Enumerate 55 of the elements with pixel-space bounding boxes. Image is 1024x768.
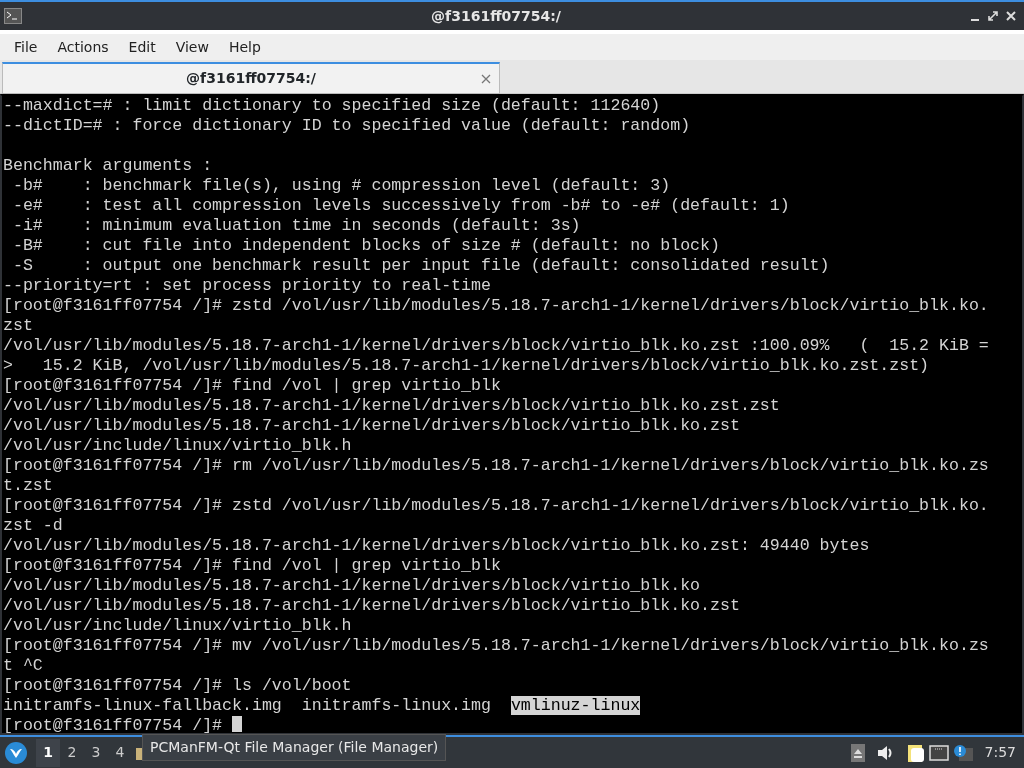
maximize-icon[interactable] [988, 11, 998, 21]
window-title: @f3161ff07754:/ [430, 6, 562, 26]
desktop-button[interactable]: 2 [60, 738, 84, 767]
terminal-line: t ^C [3, 656, 44, 676]
terminal-line: /vol/usr/include/linux/virtio_blk.h [3, 436, 353, 456]
file-name: initramfs-linux-fallback.img [3, 696, 282, 715]
tab[interactable]: @f3161ff07754:/ [2, 62, 500, 94]
terminal-line: /vol/usr/lib/modules/5.18.7-arch1-1/kernel/drivers/block/virtio_blk.ko.zst.zst [3, 396, 781, 416]
close-tab-icon[interactable] [481, 74, 491, 84]
terminal-line: [root@f3161ff07754 /]# find /vol | grep virtio_blk [3, 376, 502, 396]
terminal-line: [root@f3161ff07754 /]# ls /vol/boot [3, 676, 353, 696]
terminal-line: /vol/usr/lib/modules/5.18.7-arch1-1/kernel/drivers/block/virtio_blk.ko.zst [3, 596, 741, 616]
eject-icon[interactable] [850, 743, 865, 762]
terminal-line: /vol/usr/lib/modules/5.18.7-arch1-1/kernel/drivers/block/virtio_blk.ko [3, 576, 702, 596]
terminal-line: [root@f3161ff07754 /]# mv /vol/usr/lib/modules/5.18.7-arch1-1/kernel/drivers/block/virtio_blk.ko.zs [3, 636, 990, 656]
network-icon[interactable] [928, 744, 949, 761]
file-name: vmlinuz-linux [510, 696, 641, 715]
file-name: initramfs-linux.img [301, 696, 491, 715]
terminal-line: zst -d [3, 516, 64, 536]
terminal-line: --dictID=# : force dictionary ID to specified value (default: random) [3, 116, 692, 136]
terminal-prompt: [root@f3161ff07754 /]# [3, 716, 223, 733]
terminal-line: [root@f3161ff07754 /]# find /vol | grep virtio_blk [3, 556, 502, 576]
terminal-line: -S : output one benchmark result per input file (default: consolidated result) [11, 256, 831, 276]
start-menu-icon[interactable] [4, 740, 28, 765]
terminal-line: /vol/usr/lib/modules/5.18.7-arch1-1/kernel/drivers/block/virtio_blk.ko.zst :100.09% ( 15.2 KiB = [3, 336, 990, 356]
terminal-line: /vol/usr/lib/modules/5.18.7-arch1-1/kernel/drivers/block/virtio_blk.ko.zst: 49440 bytes [3, 536, 871, 556]
menu-item[interactable]: Edit [118, 36, 166, 58]
terminal-line: -B# : cut file into independent blocks of size # (default: no block) [11, 236, 721, 256]
tooltip: PCManFM-Qt File Manager (File Manager) [142, 734, 447, 761]
terminal-line: zst [3, 316, 34, 336]
menu-item[interactable]: Actions [47, 36, 119, 58]
terminal-icon [4, 8, 22, 24]
terminal-line: [root@f3161ff07754 /]# zstd /vol/usr/lib/modules/5.18.7-arch1-1/kernel/drivers/block/virtio_blk.ko. [3, 496, 990, 516]
close-icon[interactable] [1006, 11, 1016, 21]
terminal-line: /vol/usr/lib/modules/5.18.7-arch1-1/kernel/drivers/block/virtio_blk.ko.zst [3, 416, 741, 436]
terminal-line: > 15.2 KiB, /vol/usr/lib/modules/5.18.7-arch1-1/kernel/drivers/block/virtio_blk.ko.zst.zst) [3, 356, 931, 376]
terminal-line: -i# : minimum evaluation time in seconds (default: 3s) [11, 216, 582, 236]
clipboard-icon[interactable] [906, 742, 925, 763]
menu-item[interactable]: Help [218, 36, 271, 58]
terminal-line: -e# : test all compression levels successively from -b# to -e# (default: 1) [11, 196, 791, 216]
terminal-line: [root@f3161ff07754 /]# zstd /vol/usr/lib/modules/5.18.7-arch1-1/kernel/drivers/block/virtio_blk.ko. [3, 296, 990, 316]
notification-icon[interactable] [952, 743, 973, 762]
terminal-line: /vol/usr/include/linux/virtio_blk.h [3, 616, 353, 636]
menu-item[interactable]: File [4, 36, 48, 58]
terminal-line: -b# : benchmark file(s), using # compression level (default: 3) [11, 176, 672, 196]
terminal-line: Benchmark arguments : [3, 156, 214, 176]
desktop-button[interactable]: 3 [84, 738, 108, 767]
menu-item[interactable]: View [165, 36, 219, 58]
desktop-button[interactable]: 1 [36, 738, 60, 767]
terminal-line: --maxdict=# : limit dictionary to specified size (default: 112640) [3, 96, 662, 116]
terminal-line: [root@f3161ff07754 /]# rm /vol/usr/lib/modules/5.18.7-arch1-1/kernel/drivers/block/virtio_blk.ko.zs [3, 456, 990, 476]
terminal-line: t.zst [3, 476, 54, 496]
clock: 7:57 [984, 743, 1016, 762]
terminal-line: --priority=rt : set process priority to real-time [3, 276, 492, 296]
desktop-button[interactable]: 4 [108, 738, 132, 767]
